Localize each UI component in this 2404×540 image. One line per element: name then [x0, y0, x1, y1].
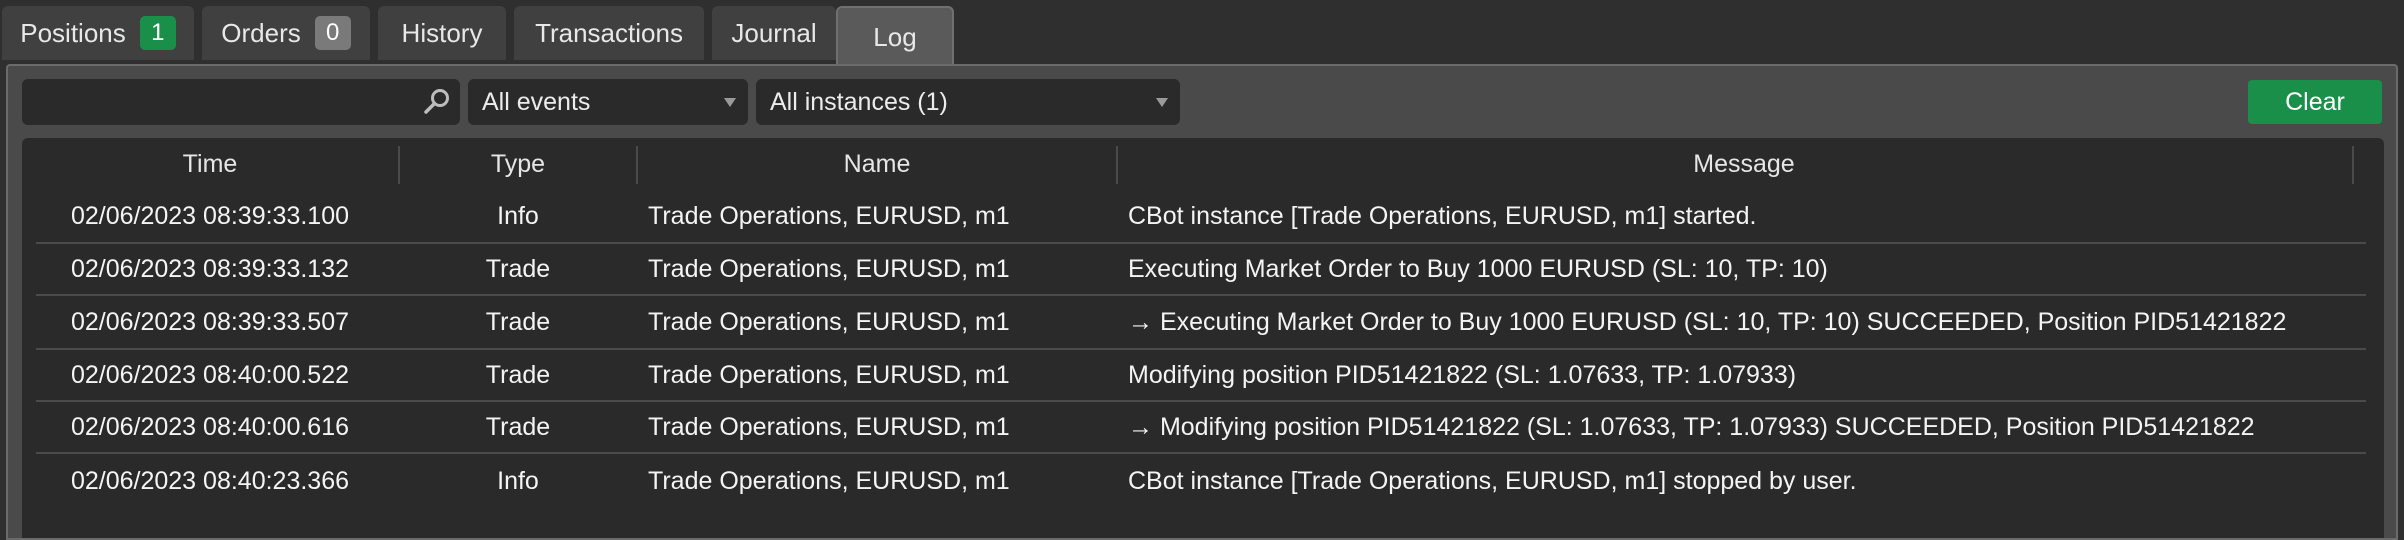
name-cell: Trade Operations, EURUSD, m1	[648, 254, 1010, 283]
instances-filter-value: All instances (1)	[770, 87, 948, 116]
clear-button[interactable]: Clear	[2248, 80, 2382, 124]
name-cell: Trade Operations, EURUSD, m1	[648, 360, 1010, 389]
table-row[interactable]: 02/06/2023 08:40:00.616 Trade Trade Oper…	[22, 402, 2384, 452]
tab-label: History	[401, 17, 483, 48]
message-cell: Executing Market Order to Buy 1000 EURUS…	[1128, 254, 1828, 283]
tab-log[interactable]: Log	[836, 6, 954, 66]
search-icon[interactable]	[422, 87, 452, 117]
tab-positions[interactable]: Positions 1	[2, 6, 194, 60]
type-cell: Info	[497, 201, 539, 230]
tab-bar: Positions 1 Orders 0 History Transaction…	[0, 0, 2404, 66]
message-cell: CBot instance [Trade Operations, EURUSD,…	[1128, 466, 1857, 495]
tab-orders[interactable]: Orders 0	[202, 6, 370, 60]
tab-journal[interactable]: Journal	[712, 6, 836, 60]
chevron-down-icon	[1156, 98, 1168, 107]
tab-transactions[interactable]: Transactions	[514, 6, 704, 60]
events-filter-value: All events	[482, 87, 591, 116]
name-cell: Trade Operations, EURUSD, m1	[648, 412, 1010, 441]
orders-count-badge: 0	[314, 16, 351, 50]
type-cell: Trade	[485, 307, 551, 336]
time-cell: 02/06/2023 08:40:23.366	[70, 466, 350, 495]
log-panel: All events All instances (1) Clear Time …	[6, 64, 2398, 540]
message-cell: Modifying position PID51421822 (SL: 1.07…	[1128, 360, 1797, 389]
time-cell: 02/06/2023 08:39:33.100	[70, 201, 350, 230]
column-divider[interactable]	[2352, 146, 2354, 184]
type-cell: Trade	[485, 360, 551, 389]
name-cell: Trade Operations, EURUSD, m1	[648, 466, 1010, 495]
search-box[interactable]	[22, 79, 460, 125]
message-cell: → Modifying position PID51421822 (SL: 1.…	[1128, 412, 2255, 441]
message-cell: CBot instance [Trade Operations, EURUSD,…	[1128, 201, 1757, 230]
events-filter-dropdown[interactable]: All events	[468, 79, 748, 125]
table-header: Time Type Name Message	[22, 138, 2384, 190]
log-table: Time Type Name Message 02/06/2023 08:39:…	[22, 138, 2384, 538]
tab-label: Log	[873, 21, 917, 52]
tab-history[interactable]: History	[378, 6, 506, 60]
type-cell: Trade	[485, 412, 551, 441]
column-header-name[interactable]: Name	[638, 138, 1116, 190]
column-header-time[interactable]: Time	[22, 138, 398, 190]
name-cell: Trade Operations, EURUSD, m1	[648, 307, 1010, 336]
table-row[interactable]: 02/06/2023 08:40:00.522 Trade Trade Oper…	[22, 350, 2384, 400]
positions-count-badge: 1	[139, 16, 176, 50]
time-cell: 02/06/2023 08:39:33.132	[70, 254, 350, 283]
chevron-down-icon	[724, 98, 736, 107]
table-row[interactable]: 02/06/2023 08:39:33.100 Info Trade Opera…	[22, 190, 2384, 242]
column-header-type[interactable]: Type	[400, 138, 636, 190]
time-cell: 02/06/2023 08:40:00.522	[70, 360, 350, 389]
search-input[interactable]	[22, 79, 422, 125]
type-cell: Trade	[485, 254, 551, 283]
table-row[interactable]: 02/06/2023 08:40:23.366 Info Trade Opera…	[22, 454, 2384, 508]
tab-label: Journal	[731, 17, 817, 48]
tab-label: Positions	[20, 17, 126, 48]
column-header-message[interactable]: Message	[1118, 138, 2370, 190]
table-row[interactable]: 02/06/2023 08:39:33.507 Trade Trade Oper…	[22, 296, 2384, 348]
time-cell: 02/06/2023 08:39:33.507	[70, 307, 350, 336]
message-cell: → Executing Market Order to Buy 1000 EUR…	[1128, 307, 2287, 336]
time-cell: 02/06/2023 08:40:00.616	[70, 412, 350, 441]
type-cell: Info	[497, 466, 539, 495]
instances-filter-dropdown[interactable]: All instances (1)	[756, 79, 1180, 125]
table-row[interactable]: 02/06/2023 08:39:33.132 Trade Trade Oper…	[22, 244, 2384, 294]
name-cell: Trade Operations, EURUSD, m1	[648, 201, 1010, 230]
tab-label: Orders	[221, 17, 301, 48]
tab-label: Transactions	[535, 17, 683, 48]
